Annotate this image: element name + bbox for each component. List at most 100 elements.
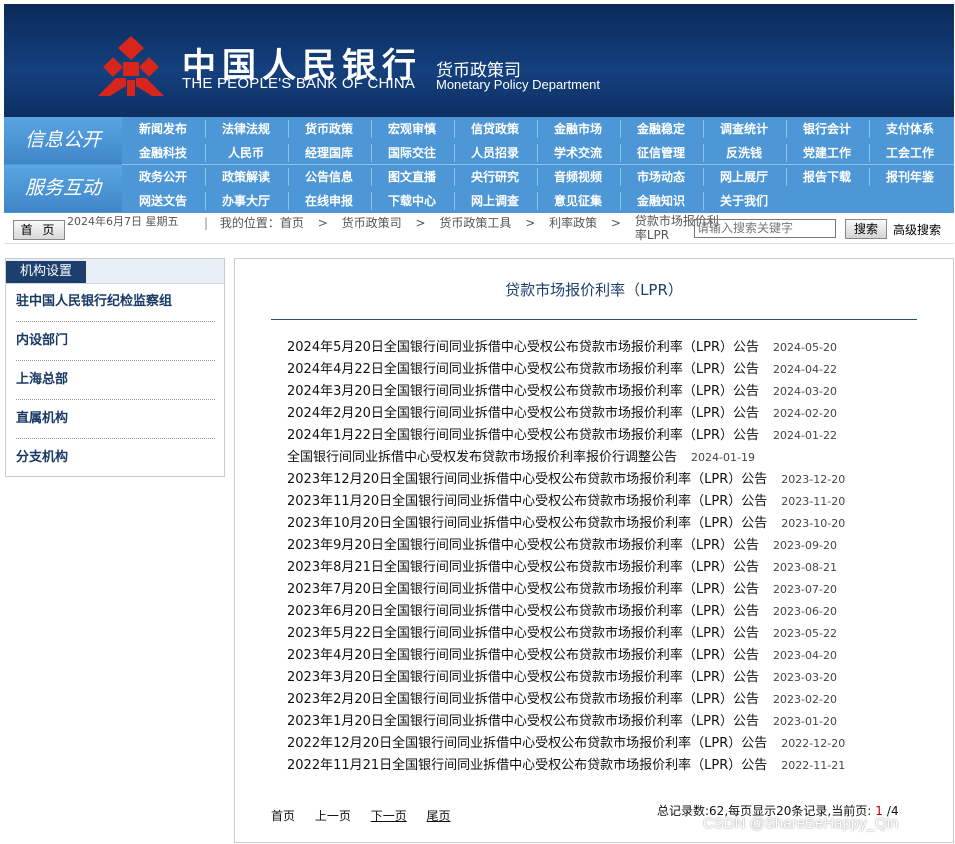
watermark: CSDN @ShareBeHappy_Qin xyxy=(703,815,899,832)
nav-item[interactable]: 音频视频 xyxy=(543,165,613,189)
pager-prev[interactable]: 上一页 xyxy=(315,809,351,823)
nav-separator xyxy=(786,120,787,138)
nav-item[interactable]: 银行会计 xyxy=(792,117,862,141)
nav-item[interactable]: 网上调查 xyxy=(460,189,530,213)
nav-item[interactable]: 国际交往 xyxy=(377,141,447,165)
nav-separator xyxy=(786,168,787,186)
nav-separator xyxy=(205,168,206,186)
list-item: 2024年1月22日全国银行间同业拆借中心受权公布贷款市场报价利率（LPR）公告… xyxy=(287,425,927,447)
breadcrumb-bar: 首 页 2024年6月7日 星期五 | 我的位置：首页 > 货币政策司 > 货币… xyxy=(4,213,954,244)
nav-item[interactable]: 宏观审慎 xyxy=(377,117,447,141)
search-button[interactable]: 搜索 xyxy=(845,219,887,239)
nav-item[interactable]: 报告下载 xyxy=(792,165,862,189)
nav-separator xyxy=(454,120,455,138)
announcement-link[interactable]: 2024年2月20日全国银行间同业拆借中心受权公布贷款市场报价利率（LPR）公告 xyxy=(287,406,759,421)
nav-item[interactable]: 学术交流 xyxy=(543,141,613,165)
nav-item[interactable]: 人民币 xyxy=(211,141,281,165)
announcement-link[interactable]: 2024年1月22日全国银行间同业拆借中心受权公布贷款市场报价利率（LPR）公告 xyxy=(287,428,759,443)
announcement-date: 2023-11-20 xyxy=(781,495,846,508)
sidebar-item-internal-depts[interactable]: 内设部门 xyxy=(16,322,215,361)
breadcrumb-item-dept[interactable]: 货币政策司 xyxy=(342,216,402,230)
list-item: 2023年9月20日全国银行间同业拆借中心受权公布贷款市场报价利率（LPR）公告… xyxy=(287,535,927,557)
announcement-link[interactable]: 2023年6月20日全国银行间同业拆借中心受权公布贷款市场报价利率（LPR）公告 xyxy=(287,604,759,619)
nav-item[interactable]: 调查统计 xyxy=(709,117,779,141)
announcement-link[interactable]: 2024年3月20日全国银行间同业拆借中心受权公布贷款市场报价利率（LPR）公告 xyxy=(287,384,759,399)
announcement-link[interactable]: 2023年1月20日全国银行间同业拆借中心受权公布贷款市场报价利率（LPR）公告 xyxy=(287,714,759,729)
announcement-link[interactable]: 2024年5月20日全国银行间同业拆借中心受权公布贷款市场报价利率（LPR）公告 xyxy=(287,340,759,355)
list-item: 2023年10月20日全国银行间同业拆借中心受权公布贷款市场报价利率（LPR）公… xyxy=(287,513,927,535)
announcement-link[interactable]: 2023年9月20日全国银行间同业拆借中心受权公布贷款市场报价利率（LPR）公告 xyxy=(287,538,759,553)
nav-item[interactable]: 办事大厅 xyxy=(211,189,281,213)
nav-item[interactable]: 新闻发布 xyxy=(128,117,198,141)
nav-item[interactable]: 金融稳定 xyxy=(626,117,696,141)
announcement-date: 2023-01-20 xyxy=(773,715,837,728)
advanced-search-link[interactable]: 高级搜索 xyxy=(893,221,941,238)
nav-item[interactable]: 图文直播 xyxy=(377,165,447,189)
announcement-link[interactable]: 2024年4月22日全国银行间同业拆借中心受权公布贷款市场报价利率（LPR）公告 xyxy=(287,362,759,377)
sidebar-item-shanghai-hq[interactable]: 上海总部 xyxy=(16,361,215,400)
page-title: 贷款市场报价利率（LPR） xyxy=(505,281,683,299)
announcement-link[interactable]: 2023年3月20日全国银行间同业拆借中心受权公布贷款市场报价利率（LPR）公告 xyxy=(287,670,759,685)
announcement-link[interactable]: 2023年4月20日全国银行间同业拆借中心受权公布贷款市场报价利率（LPR）公告 xyxy=(287,648,759,663)
nav-item[interactable]: 意见征集 xyxy=(543,189,613,213)
pager-next[interactable]: 下一页 xyxy=(371,809,407,823)
nav-item[interactable]: 关于我们 xyxy=(709,189,779,213)
breadcrumb-item-rate-policy[interactable]: 利率政策 xyxy=(549,216,597,230)
pager-first[interactable]: 首页 xyxy=(271,809,295,823)
nav-separator xyxy=(620,168,621,186)
nav-item[interactable]: 在线申报 xyxy=(294,189,364,213)
breadcrumb-location[interactable]: 我的位置：首页 xyxy=(220,216,304,230)
breadcrumb-item-tools[interactable]: 货币政策工具 xyxy=(439,216,511,230)
nav-item[interactable]: 征信管理 xyxy=(626,141,696,165)
nav-item[interactable]: 货币政策 xyxy=(294,117,364,141)
nav-item[interactable]: 支付体系 xyxy=(875,117,945,141)
nav-item[interactable]: 政务公开 xyxy=(128,165,198,189)
nav-item[interactable]: 经理国库 xyxy=(294,141,364,165)
nav-item[interactable]: 公告信息 xyxy=(294,165,364,189)
nav-item[interactable]: 央行研究 xyxy=(460,165,530,189)
nav-item[interactable]: 金融知识 xyxy=(626,189,696,213)
nav-item[interactable]: 政策解读 xyxy=(211,165,281,189)
nav-item[interactable]: 反洗钱 xyxy=(709,141,779,165)
nav-item[interactable]: 金融市场 xyxy=(543,117,613,141)
search-input[interactable]: 请输入搜索关键字 xyxy=(694,219,836,238)
nav-separator xyxy=(620,120,621,138)
sidebar-item-discipline[interactable]: 驻中国人民银行纪检监察组 xyxy=(16,283,215,322)
nav-item[interactable]: 人员招录 xyxy=(460,141,530,165)
dept-name-en: Monetary Policy Department xyxy=(436,77,601,92)
nav-item[interactable]: 金融科技 xyxy=(128,141,198,165)
list-item: 2023年11月20日全国银行间同业拆借中心受权公布贷款市场报价利率（LPR）公… xyxy=(287,491,927,513)
sidebar-item-branches[interactable]: 分支机构 xyxy=(16,439,215,477)
nav-item[interactable]: 党建工作 xyxy=(792,141,862,165)
announcement-list: 2024年5月20日全国银行间同业拆借中心受权公布贷款市场报价利率（LPR）公告… xyxy=(287,337,927,777)
breadcrumb: | 我的位置：首页 > 货币政策司 > 货币政策工具 > 利率政策 > 贷款市场… xyxy=(204,214,723,242)
announcement-link[interactable]: 2022年12月20日全国银行间同业拆借中心受权公布贷款市场报价利率（LPR）公… xyxy=(287,736,767,751)
announcement-link[interactable]: 全国银行间同业拆借中心受权发布贷款市场报价利率报价行调整公告 xyxy=(287,450,677,465)
nav-item[interactable]: 网送文告 xyxy=(128,189,198,213)
sidebar-item-affiliated[interactable]: 直属机构 xyxy=(16,400,215,439)
nav-item[interactable]: 网上展厅 xyxy=(709,165,779,189)
nav-separator xyxy=(205,144,206,162)
announcement-link[interactable]: 2023年7月20日全国银行间同业拆借中心受权公布贷款市场报价利率（LPR）公告 xyxy=(287,582,759,597)
home-button[interactable]: 首 页 xyxy=(13,220,65,240)
announcement-link[interactable]: 2023年11月20日全国银行间同业拆借中心受权公布贷款市场报价利率（LPR）公… xyxy=(287,494,767,509)
nav-item[interactable]: 法律法规 xyxy=(211,117,281,141)
nav-separator xyxy=(205,120,206,138)
nav-separator xyxy=(454,144,455,162)
nav-item[interactable]: 报刊年鉴 xyxy=(875,165,945,189)
nav-separator xyxy=(703,144,704,162)
pager-last[interactable]: 尾页 xyxy=(427,809,451,823)
nav-item[interactable]: 工会工作 xyxy=(875,141,945,165)
announcement-link[interactable]: 2022年11月21日全国银行间同业拆借中心受权公布贷款市场报价利率（LPR）公… xyxy=(287,758,767,773)
nav-item[interactable]: 市场动态 xyxy=(626,165,696,189)
nav-item[interactable]: 下载中心 xyxy=(377,189,447,213)
announcement-link[interactable]: 2023年12月20日全国银行间同业拆借中心受权公布贷款市场报价利率（LPR）公… xyxy=(287,472,767,487)
announcement-link[interactable]: 2023年2月20日全国银行间同业拆借中心受权公布贷款市场报价利率（LPR）公告 xyxy=(287,692,759,707)
announcement-link[interactable]: 2023年8月21日全国银行间同业拆借中心受权公布贷款市场报价利率（LPR）公告 xyxy=(287,560,759,575)
nav-separator xyxy=(703,168,704,186)
breadcrumb-divider: | xyxy=(204,216,209,230)
announcement-link[interactable]: 2023年10月20日全国银行间同业拆借中心受权公布贷款市场报价利率（LPR）公… xyxy=(287,516,767,531)
current-date: 2024年6月7日 星期五 xyxy=(67,215,179,228)
announcement-link[interactable]: 2023年5月22日全国银行间同业拆借中心受权公布贷款市场报价利率（LPR）公告 xyxy=(287,626,759,641)
nav-item[interactable]: 信贷政策 xyxy=(460,117,530,141)
